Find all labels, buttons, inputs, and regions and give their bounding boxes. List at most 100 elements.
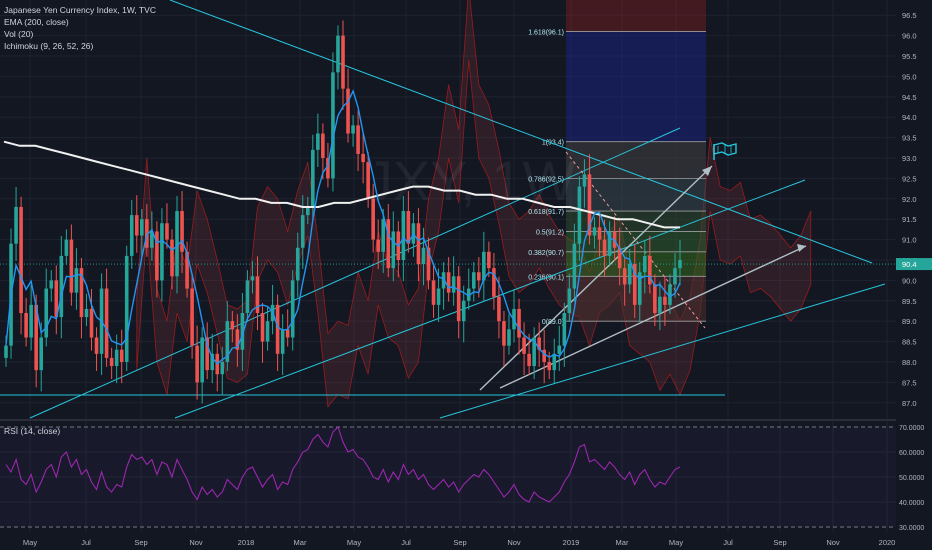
candle-body <box>627 264 632 285</box>
candle-body <box>220 361 225 375</box>
candle-body <box>190 288 194 346</box>
y-tick-label: 95.5 <box>902 52 917 61</box>
x-tick-label: Nov <box>507 538 521 547</box>
study-rsi[interactable]: RSI (14, close) <box>4 426 60 436</box>
candle-body <box>295 247 300 281</box>
candle-body <box>562 313 567 346</box>
candle-body <box>456 276 461 322</box>
candle-body <box>124 255 129 362</box>
x-tick-label: Jul <box>81 538 91 547</box>
candle-body <box>160 223 164 281</box>
candle-body <box>381 219 386 252</box>
candle-body <box>311 149 315 207</box>
candle-body <box>200 337 204 383</box>
candle-body <box>265 321 270 342</box>
y-tick-label: 88.0 <box>902 358 917 367</box>
chart-title[interactable]: Japanese Yen Currency Index, 1W, TVC <box>4 5 156 15</box>
candle-body <box>416 223 421 265</box>
candle-body <box>653 284 657 314</box>
candle-body <box>376 239 381 252</box>
x-tick-label: May <box>347 538 361 547</box>
fib-zone <box>566 0 706 32</box>
candle-body <box>487 251 491 269</box>
candle-body <box>622 268 627 285</box>
candle-body <box>351 125 355 134</box>
candle-body <box>165 223 169 240</box>
candle-body <box>527 353 531 367</box>
study-ema[interactable]: EMA (200, close) <box>4 17 69 27</box>
candle-body <box>517 308 521 338</box>
candle-body <box>477 272 481 281</box>
y-tick-label: 94.5 <box>902 93 917 102</box>
candle-body <box>436 288 441 305</box>
x-tick-label: 2020 <box>879 538 896 547</box>
candle-body <box>502 321 506 346</box>
candle-body <box>69 239 74 293</box>
candle-body <box>431 280 436 305</box>
candle-body <box>119 349 124 362</box>
y-tick-label: 94.0 <box>902 113 917 122</box>
fib-zone <box>566 211 706 232</box>
candle-body <box>114 349 119 367</box>
candle-body <box>59 255 64 318</box>
candle-body <box>39 337 44 371</box>
candle-body <box>522 337 526 354</box>
candle-body <box>678 259 682 269</box>
rsi-tick-label: 40.0000 <box>899 500 924 507</box>
x-tick-label: Sep <box>134 538 147 547</box>
candle-body <box>94 337 99 354</box>
candle-body <box>321 133 325 159</box>
x-tick-label: Nov <box>826 538 840 547</box>
candle-body <box>471 272 476 289</box>
candle-body <box>250 276 255 281</box>
rsi-tick-label: 50.0000 <box>899 475 924 482</box>
candle-body <box>557 345 562 354</box>
candle-body <box>300 215 305 248</box>
candle-body <box>658 296 662 314</box>
x-tick-label: Sep <box>453 538 466 547</box>
y-tick-label: 92.0 <box>902 195 917 204</box>
rsi-band <box>0 427 896 527</box>
candle-body <box>336 35 340 73</box>
price-chart[interactable]: 1.618(96.1)1(93.4)0.786(92.5)0.618(91.7)… <box>0 0 932 550</box>
price-axis-bg <box>896 0 932 550</box>
candle-body <box>280 329 285 354</box>
candle-body <box>316 133 320 150</box>
candle-body <box>170 239 174 277</box>
fib-level-label: 0.382(90.7) <box>528 250 564 257</box>
candle-body <box>134 215 139 236</box>
y-tick-label: 88.5 <box>902 338 917 347</box>
candle-body <box>180 211 184 252</box>
study-vol[interactable]: Vol (20) <box>4 29 33 39</box>
y-tick-label: 89.5 <box>902 297 917 306</box>
fib-zone <box>566 178 706 212</box>
y-tick-label: 95.0 <box>902 72 917 81</box>
study-ichimoku[interactable]: Ichimoku (9, 26, 52, 26) <box>4 41 93 51</box>
candle-body <box>275 304 280 354</box>
candle-body <box>446 272 451 293</box>
candle-body <box>84 308 89 318</box>
candle-body <box>24 313 28 338</box>
candle-body <box>74 268 79 293</box>
candle-body <box>89 308 94 338</box>
candle-body <box>346 88 350 134</box>
price-axis[interactable]: 97.096.596.095.595.094.594.093.593.092.5… <box>896 0 932 550</box>
chart-legend: Japanese Yen Currency Index, 1W, TVC EMA… <box>4 4 156 52</box>
candle-body <box>492 268 496 297</box>
candle-body <box>195 345 199 383</box>
candle-body <box>673 268 677 285</box>
candle-body <box>331 72 335 179</box>
x-tick-label: 2018 <box>238 538 255 547</box>
y-tick-label: 90.0 <box>902 276 917 285</box>
candle-body <box>129 215 134 256</box>
x-tick-label: May <box>23 538 37 547</box>
rsi-pane: 70.0000 60.0000 50.0000 40.0000 30.0000 <box>0 425 924 532</box>
x-tick-label: May <box>669 538 683 547</box>
rsi-tick-label: 70.0000 <box>899 425 924 432</box>
candle-body <box>547 361 552 371</box>
candle-body <box>582 174 587 187</box>
candle-body <box>597 227 602 240</box>
candle-body <box>356 125 360 154</box>
candle-body <box>391 231 396 269</box>
candle-body <box>386 219 391 269</box>
